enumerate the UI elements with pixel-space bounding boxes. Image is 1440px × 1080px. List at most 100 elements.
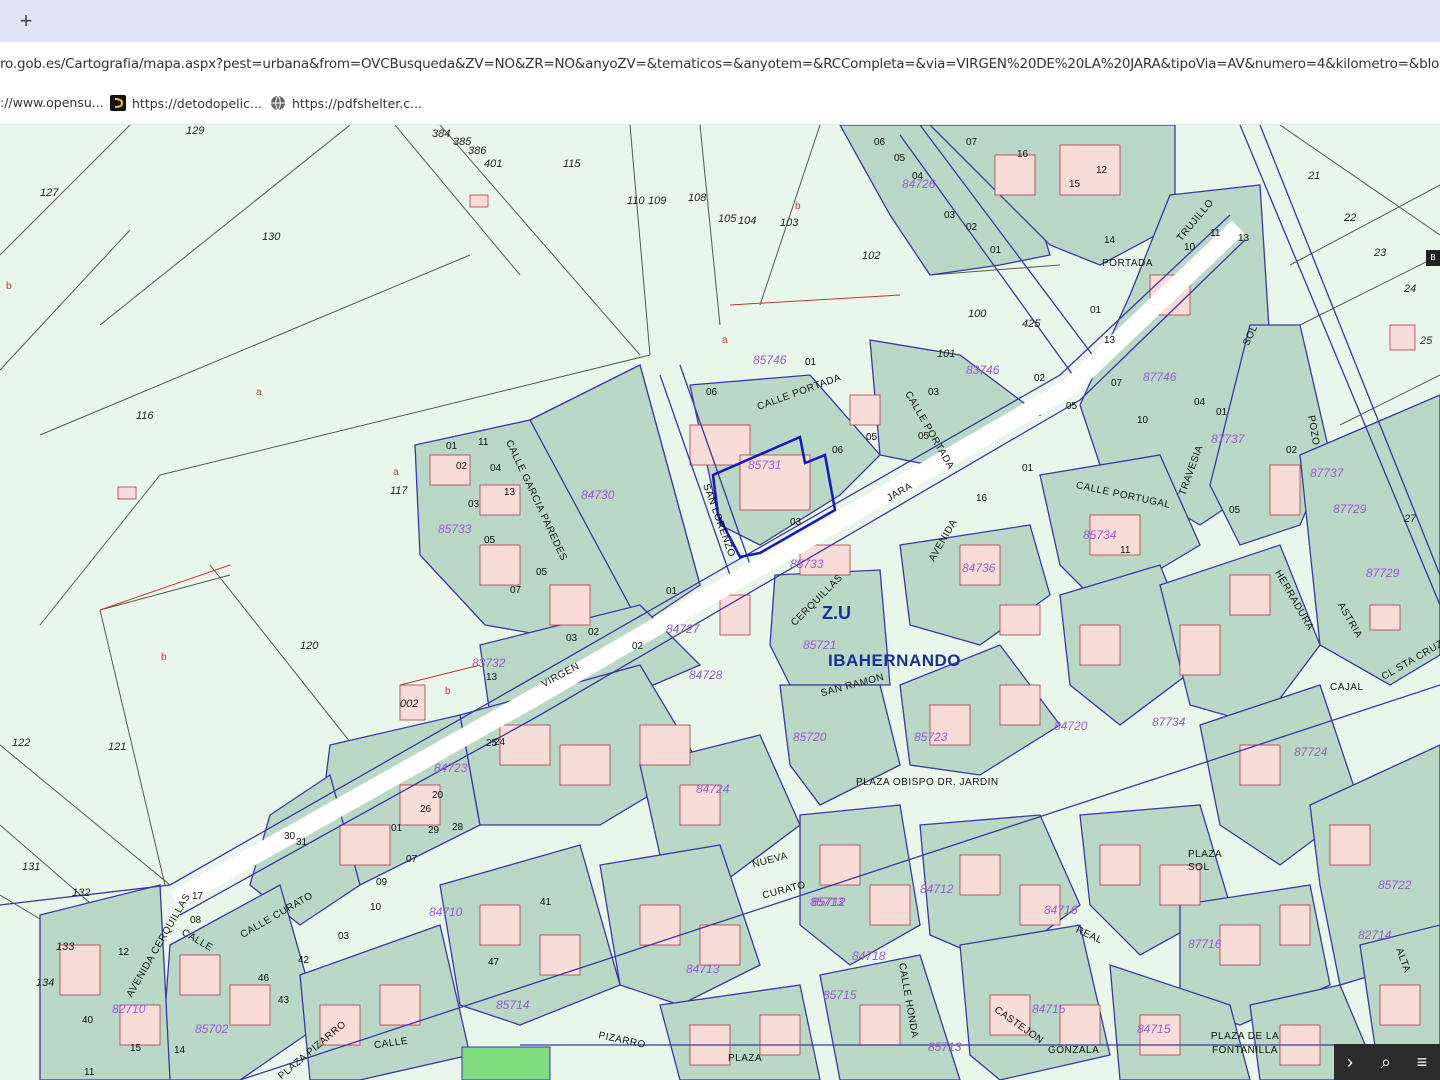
cadastral-code: 87729 bbox=[1333, 502, 1367, 516]
cadastral-code: 84724 bbox=[696, 782, 730, 796]
bookmark-pdfshelter[interactable]: https://pdfshelter.c... bbox=[270, 95, 422, 111]
cadastral-code: 85734 bbox=[1083, 528, 1117, 542]
lot-number: 07 bbox=[1111, 378, 1123, 389]
lot-number: 06 bbox=[874, 137, 886, 148]
parcel-number: 115 bbox=[563, 158, 581, 170]
lot-number: 11 bbox=[84, 1067, 95, 1078]
lot-number: 17 bbox=[192, 891, 204, 902]
lot-number: 42 bbox=[298, 955, 310, 966]
lot-number: 14 bbox=[174, 1045, 186, 1056]
lot-number: 03 bbox=[944, 210, 956, 221]
bookmark-label: ://www.opensu... bbox=[0, 95, 104, 110]
marker-letter: b bbox=[6, 281, 12, 292]
lot-number: 16 bbox=[1017, 149, 1029, 160]
sports-field bbox=[461, 1046, 551, 1080]
lot-number: 43 bbox=[278, 995, 290, 1006]
map-corner-badge: B bbox=[1426, 250, 1440, 266]
cadastral-map[interactable]: Z.U IBAHERNANDO 129 127 130 115 110 109 … bbox=[0, 125, 1440, 1080]
cadastral-code: 84715 bbox=[1032, 1002, 1066, 1016]
marker-letter: b bbox=[161, 652, 167, 663]
lot-number: 13 bbox=[504, 487, 516, 498]
url-text[interactable]: ro.gob.es/Cartografia/mapa.aspx?pest=urb… bbox=[0, 56, 1440, 72]
parcel-number: 425 bbox=[1022, 318, 1041, 330]
lot-number: 20 bbox=[432, 790, 444, 801]
parcel-number: 132 bbox=[72, 887, 91, 899]
lot-number: 13 bbox=[1238, 233, 1250, 244]
parcel-number: 22 bbox=[1344, 212, 1357, 224]
parcel-number: 384 bbox=[432, 128, 451, 140]
lot-number: 10 bbox=[370, 902, 382, 913]
marker-letter: b bbox=[795, 201, 801, 212]
cadastral-code: 85715 bbox=[823, 988, 857, 1002]
cadastral-code: 83746 bbox=[966, 363, 1000, 377]
cadastral-code: 84736 bbox=[962, 561, 996, 575]
cadastral-code: 84716 bbox=[1044, 903, 1078, 917]
address-bar[interactable]: ro.gob.es/Cartografia/mapa.aspx?pest=urb… bbox=[0, 42, 1440, 85]
lot-number: 02 bbox=[1286, 445, 1298, 456]
cadastral-code: 82710 bbox=[112, 1002, 146, 1016]
street-label: PLAZA OBISPO DR. JARDIN bbox=[856, 777, 999, 788]
cadastral-code: 85731 bbox=[748, 458, 782, 472]
street-label: PLAZA DE LA FONTANILLA bbox=[1210, 1031, 1280, 1056]
cadastral-code: 87737 bbox=[1310, 466, 1344, 480]
lot-number: 13 bbox=[486, 672, 498, 683]
parcel-number: 103 bbox=[780, 217, 799, 229]
lot-number: 05 bbox=[1229, 505, 1241, 516]
cadastral-code: 85723 bbox=[914, 730, 948, 744]
lot-number: 30 bbox=[284, 831, 296, 842]
lot-number: 47 bbox=[488, 957, 500, 968]
cadastral-code: 84730 bbox=[581, 488, 615, 502]
browser-tab-strip: + bbox=[0, 0, 1440, 42]
lot-number: 46 bbox=[258, 973, 270, 984]
lot-number: 26 bbox=[420, 804, 432, 815]
lot-number: 25 bbox=[486, 738, 498, 749]
cadastral-code: 85721 bbox=[803, 638, 837, 652]
lot-number: 12 bbox=[1096, 165, 1108, 176]
lot-number: 29 bbox=[428, 825, 440, 836]
lot-number: 01 bbox=[391, 823, 403, 834]
cadastral-code: 84723 bbox=[434, 761, 468, 775]
parcel-number: 122 bbox=[12, 737, 31, 749]
lot-number: 05 bbox=[484, 535, 496, 546]
lot-number: 02 bbox=[588, 627, 600, 638]
lot-number: 10 bbox=[1184, 242, 1196, 253]
cadastral-code: 85720 bbox=[793, 730, 827, 744]
lot-number: 01 bbox=[666, 586, 678, 597]
chevron-right-icon[interactable]: › bbox=[1336, 1048, 1364, 1076]
cadastral-code: 84713 bbox=[686, 962, 720, 976]
lot-number: 03 bbox=[338, 931, 350, 942]
lot-number: 41 bbox=[540, 897, 552, 908]
cadastral-code: 85733 bbox=[438, 522, 472, 536]
lot-number: 03 bbox=[928, 387, 940, 398]
bookmark-opensu[interactable]: ://www.opensu... bbox=[0, 95, 104, 110]
lot-number: 15 bbox=[1069, 179, 1081, 190]
lot-number: 05 bbox=[918, 431, 930, 442]
parcel-number: 108 bbox=[688, 192, 707, 204]
cadastral-code: 84710 bbox=[429, 905, 463, 919]
layers-icon[interactable]: ≡ bbox=[1408, 1048, 1436, 1076]
cadastral-code: 84728 bbox=[689, 668, 723, 682]
cadastral-code: 84727 bbox=[666, 622, 700, 636]
new-tab-button[interactable]: + bbox=[12, 8, 40, 34]
parcel-number: 23 bbox=[1374, 247, 1387, 259]
parcel-number: 25 bbox=[1420, 335, 1433, 347]
map-canvas bbox=[0, 125, 1440, 1080]
lot-number: 01 bbox=[805, 357, 817, 368]
bookmark-detodopelic[interactable]: https://detodopelic... bbox=[110, 95, 262, 111]
marker-letter: b bbox=[445, 686, 451, 697]
town-label: IBAHERNANDO bbox=[828, 651, 961, 670]
lot-number: 04 bbox=[1194, 397, 1206, 408]
search-icon[interactable]: ⌕ bbox=[1372, 1048, 1400, 1076]
lot-number: 11 bbox=[1210, 228, 1221, 239]
lot-number: 08 bbox=[190, 915, 202, 926]
lot-number: 07 bbox=[406, 854, 418, 865]
street-label: GONZALA bbox=[1048, 1045, 1100, 1056]
cadastral-code: 87734 bbox=[1152, 715, 1186, 729]
lot-number: 03 bbox=[790, 517, 802, 528]
parcel-number: 101 bbox=[937, 348, 956, 360]
lot-number: 01 bbox=[446, 441, 458, 452]
parcel-number: 121 bbox=[108, 741, 127, 753]
cadastral-code: 84712 bbox=[920, 882, 954, 896]
cadastral-code: 87737 bbox=[1211, 432, 1245, 446]
lot-number: 02 bbox=[632, 641, 644, 652]
